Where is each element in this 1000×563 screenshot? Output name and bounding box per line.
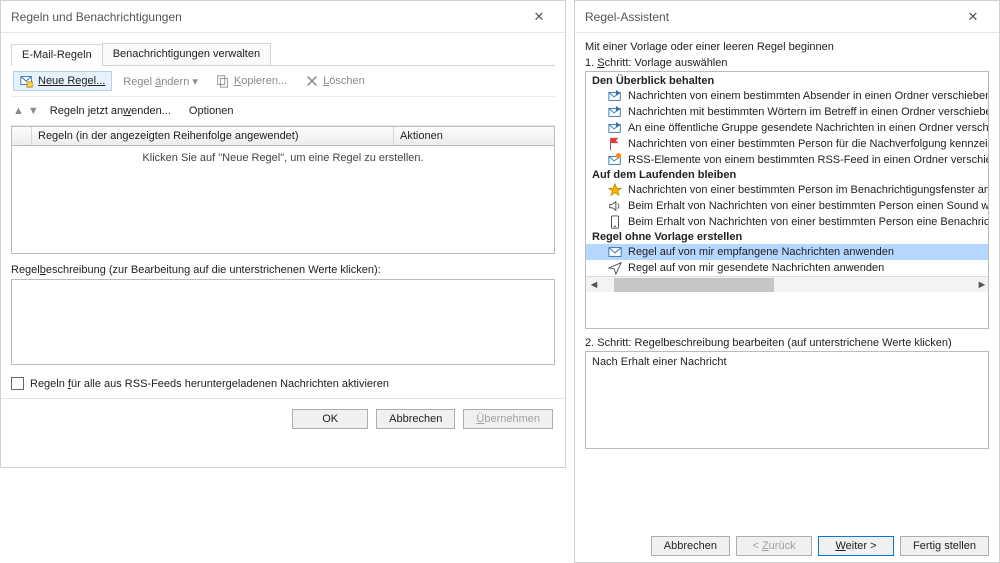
template-move-group[interactable]: An eine öffentliche Gruppe gesendete Nac… xyxy=(586,120,989,136)
template-move-subject[interactable]: Nachrichten mit bestimmten Wörtern im Be… xyxy=(586,104,989,120)
tab-email-rules[interactable]: E-Mail-Regeln xyxy=(11,44,103,66)
template-rss-move[interactable]: RSS-Elemente von einem bestimmten RSS-Fe… xyxy=(586,152,989,168)
group-blank: Regel ohne Vorlage erstellen xyxy=(586,230,988,244)
rule-description-text: Nach Erhalt einer Nachricht xyxy=(592,356,727,368)
new-rule-icon xyxy=(20,74,34,88)
wizard-cancel-button[interactable]: Abbrechen xyxy=(651,536,730,556)
template-move-sender[interactable]: Nachrichten von einem bestimmten Absende… xyxy=(586,88,989,104)
flag-icon xyxy=(608,137,622,151)
envelope-icon xyxy=(608,245,622,259)
template-alert-window[interactable]: Nachrichten von einer bestimmten Person … xyxy=(586,182,989,198)
step1-label: 1. Schritt: Vorlage auswählen xyxy=(585,57,989,69)
template-blank-received[interactable]: Regel auf von mir empfangene Nachrichten… xyxy=(586,244,989,260)
description-label: Regelbeschreibung (zur Bearbeitung auf d… xyxy=(11,264,555,276)
template-play-sound[interactable]: Beim Erhalt von Nachrichten von einer be… xyxy=(586,198,989,214)
tabs: E-Mail-Regeln Benachrichtigungen verwalt… xyxy=(11,43,555,66)
rules-dialog: Regeln und Benachrichtigungen ✕ E-Mail-R… xyxy=(0,0,566,468)
close-button[interactable]: ✕ xyxy=(519,4,559,30)
delete-icon xyxy=(305,74,319,88)
rss-check-row[interactable]: Regeln für alle aus RSS-Feeds herunterge… xyxy=(11,377,555,390)
step2-label: 2. Schritt: Regelbeschreibung bearbeiten… xyxy=(585,337,989,349)
template-blank-sent[interactable]: Regel auf von mir gesendete Nachrichten … xyxy=(586,260,989,276)
col-actions[interactable]: Aktionen xyxy=(394,127,554,145)
ok-button[interactable]: OK xyxy=(292,409,368,429)
wizard-close-button[interactable]: ✕ xyxy=(953,4,993,30)
options-button[interactable]: Optionen xyxy=(182,102,241,120)
rss-icon xyxy=(608,153,622,167)
dialog-title: Regeln und Benachrichtigungen xyxy=(11,10,182,24)
copy-button[interactable]: Kopieren... xyxy=(209,71,294,91)
col-rules[interactable]: Regeln (in der angezeigten Reihenfolge a… xyxy=(32,127,394,145)
group-updated: Auf dem Laufenden bleiben xyxy=(586,168,988,182)
rules-list[interactable]: Klicken Sie auf "Neue Regel", um eine Re… xyxy=(11,146,555,254)
toolbar-row2: ▲ ▼ Regeln jetzt anwenden... Optionen xyxy=(11,97,555,126)
wizard-buttons: Abbrechen < Zurück Weiter > Fertig stell… xyxy=(651,536,989,556)
rules-list-header: Regeln (in der angezeigten Reihenfolge a… xyxy=(11,126,555,146)
apply-button[interactable]: Übernehmen xyxy=(463,409,553,429)
dialog-buttons: OK Abbrechen Übernehmen xyxy=(1,398,565,439)
rss-check-label: Regeln für alle aus RSS-Feeds herunterge… xyxy=(30,378,389,390)
tab-notifications[interactable]: Benachrichtigungen verwalten xyxy=(102,43,271,65)
copy-icon xyxy=(216,74,230,88)
new-rule-button[interactable]: Neue Regel... xyxy=(13,71,112,91)
rule-description-box[interactable]: Nach Erhalt einer Nachricht xyxy=(585,351,989,449)
template-list[interactable]: Den Überblick behalten Nachrichten von e… xyxy=(585,71,989,329)
move-folder-icon xyxy=(608,105,622,119)
wizard-back-button[interactable]: < Zurück xyxy=(736,536,812,556)
move-folder-icon xyxy=(608,121,622,135)
scroll-thumb[interactable] xyxy=(614,278,774,292)
mobile-icon xyxy=(608,215,622,229)
apply-now-button[interactable]: Regeln jetzt anwenden... xyxy=(43,102,178,120)
rss-checkbox[interactable] xyxy=(11,377,24,390)
delete-button[interactable]: Löschen xyxy=(298,71,372,91)
wizard-finish-button[interactable]: Fertig stellen xyxy=(900,536,989,556)
cancel-button[interactable]: Abbrechen xyxy=(376,409,455,429)
edit-rule-button[interactable]: Regel ändern ▾ xyxy=(116,72,205,91)
move-folder-icon xyxy=(608,89,622,103)
wizard-next-button[interactable]: Weiter > xyxy=(818,536,894,556)
scroll-right-icon[interactable]: ► xyxy=(974,277,989,293)
wizard-intro: Mit einer Vorlage oder einer leeren Rege… xyxy=(585,41,989,53)
empty-hint: Klicken Sie auf "Neue Regel", um eine Re… xyxy=(142,152,423,164)
horizontal-scrollbar[interactable]: ◄ ► xyxy=(586,276,989,292)
group-overview: Den Überblick behalten xyxy=(586,74,988,88)
rule-wizard-dialog: Regel-Assistent ✕ Mit einer Vorlage oder… xyxy=(574,0,1000,563)
toolbar-row1: Neue Regel... Regel ändern ▾ Kopieren...… xyxy=(11,66,555,97)
template-flag-person[interactable]: Nachrichten von einer bestimmten Person … xyxy=(586,136,989,152)
move-up-icon[interactable]: ▲ xyxy=(13,105,24,117)
move-down-icon[interactable]: ▼ xyxy=(28,105,39,117)
new-rule-label: Neue Regel... xyxy=(38,75,105,87)
star-icon xyxy=(608,183,622,197)
template-mobile-alert[interactable]: Beim Erhalt von Nachrichten von einer be… xyxy=(586,214,989,230)
title-bar: Regeln und Benachrichtigungen ✕ xyxy=(1,1,565,33)
scroll-left-icon[interactable]: ◄ xyxy=(586,277,602,293)
send-icon xyxy=(608,261,622,275)
col-checkbox[interactable] xyxy=(12,127,32,145)
wizard-title-bar: Regel-Assistent ✕ xyxy=(575,1,999,33)
wizard-title: Regel-Assistent xyxy=(585,10,669,24)
sound-icon xyxy=(608,199,622,213)
description-box[interactable] xyxy=(11,279,555,365)
